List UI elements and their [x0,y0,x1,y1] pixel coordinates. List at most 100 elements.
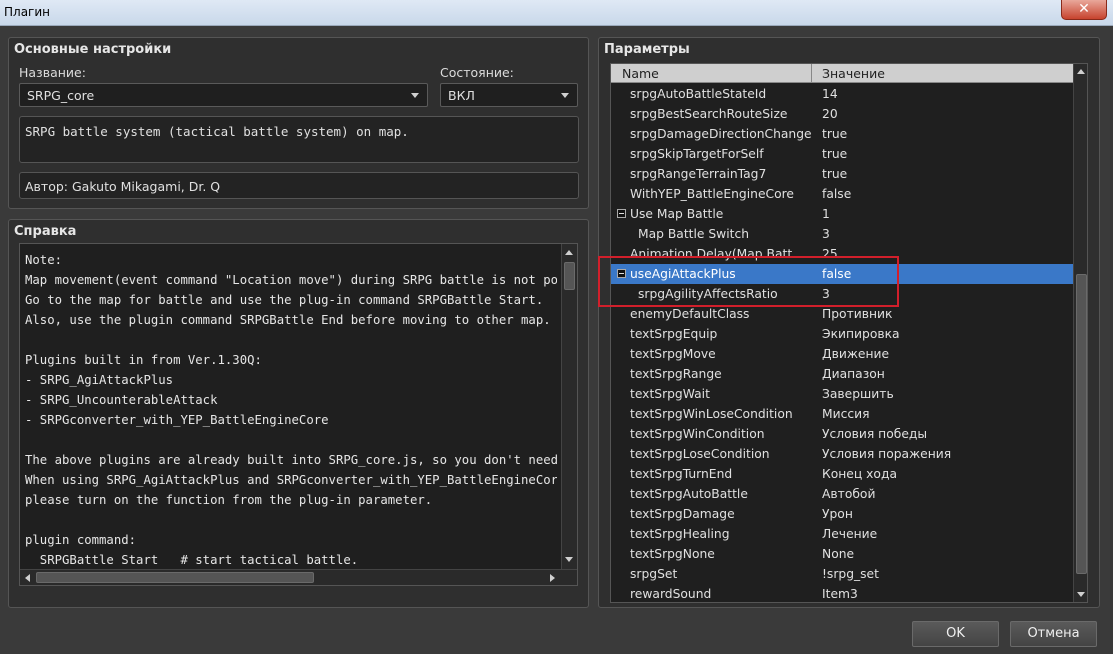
scroll-up-icon[interactable] [565,250,573,255]
window-titlebar: Плагин ✕ [0,0,1113,26]
parameter-value: true [822,167,848,181]
window-title: Плагин [4,5,50,19]
parameter-name: textSrpgWinLoseCondition [630,407,793,421]
parameter-name: srpgSet [630,567,678,581]
plugin-name-select[interactable]: SRPG_core [19,83,428,107]
help-horizontal-scrollbar[interactable] [20,569,577,585]
parameter-value: true [822,127,848,141]
parameter-value: Движение [822,347,890,361]
parameter-row[interactable]: textSrpgAutoBattle Автобой [611,484,1073,504]
parameter-value: Item3 [822,587,858,601]
parameter-value: Противник [822,307,893,321]
parameter-name: textSrpgNone [630,547,715,561]
parameter-row[interactable]: textSrpgNone None [611,544,1073,564]
help-line: plugin command: [25,533,137,547]
parameter-row[interactable]: enemyDefaultClass Противник [611,304,1073,324]
parameter-name: srpgAutoBattleStateId [630,87,767,101]
parameter-name: textSrpgEquip [630,327,718,341]
name-label: Название: [19,65,86,80]
parameter-row[interactable]: srpgRangeTerrainTag7 true [611,164,1073,184]
help-line: - SRPG_AgiAttackPlus [25,373,174,387]
help-line: SRPGBattle Start # start tactical battle… [25,553,359,567]
parameter-row[interactable]: textSrpgRange Диапазон [611,364,1073,384]
parameter-value: Завершить [822,387,894,401]
author-text: Автор: Gakuto Mikagami, Dr. Q [25,179,221,194]
help-vscroll-thumb[interactable] [564,262,575,290]
parameter-name: Use Map Battle [630,207,724,221]
parameters-header: Name Значение [611,64,1073,83]
help-line: Also, use the plugin command SRPGBattle … [25,313,551,327]
parameter-value: 3 [822,227,830,241]
description-field[interactable]: SRPG battle system (tactical battle syst… [19,116,579,163]
parameter-value: Экипировка [822,327,900,341]
parameter-name: WithYEP_BattleEngineCore [630,187,794,201]
parameter-row[interactable]: WithYEP_BattleEngineCore false [611,184,1073,204]
scroll-down-icon[interactable] [1077,592,1085,597]
help-line: - SRPGconverter_with_YEP_BattleEngineCor… [25,413,329,427]
params-vertical-scrollbar[interactable] [1073,64,1087,602]
parameter-name: srpgBestSearchRouteSize [630,107,788,121]
help-title: Справка [14,224,77,239]
params-vscroll-thumb[interactable] [1076,274,1087,574]
parameter-value: Условия победы [822,427,928,441]
parameter-value: false [822,187,852,201]
parameters-table[interactable]: Name Значение srpgAutoBattleStateId 14 srp… [610,63,1088,603]
chevron-down-icon [411,93,419,98]
cancel-button[interactable]: Отмена [1010,621,1097,647]
parameter-row[interactable]: textSrpgTurnEnd Конец хода [611,464,1073,484]
help-line: - SRPG_UncounterableAttack [25,393,218,407]
collapse-icon[interactable] [617,209,626,218]
author-field[interactable]: Автор: Gakuto Mikagami, Dr. Q [19,172,579,199]
help-line [25,330,557,350]
chevron-down-icon [561,93,569,98]
help-line: Note: [25,253,63,267]
scroll-down-icon[interactable] [565,557,573,562]
basic-settings-title: Основные настройки [14,42,172,57]
parameter-row[interactable]: textSrpgMove Движение [611,344,1073,364]
parameter-row[interactable]: textSrpgEquip Экипировка [611,324,1073,344]
parameter-value: 1 [822,207,830,221]
parameter-name: Map Battle Switch [638,227,750,241]
parameter-row[interactable]: textSrpgHealing Лечение [611,524,1073,544]
help-line: When using SRPG_AgiAttackPlus and SRPGco… [25,473,557,487]
status-select[interactable]: ВКЛ [440,83,578,107]
parameter-row[interactable]: textSrpgWinCondition Условия победы [611,424,1073,444]
parameter-row[interactable]: Map Battle Switch 3 [611,224,1073,244]
help-line: The above plugins are already built into… [25,453,557,467]
help-line [25,430,557,450]
help-text-area[interactable]: Note: Map movement(event command "Locatio… [19,243,578,586]
help-hscroll-thumb[interactable] [36,572,314,583]
scroll-left-icon[interactable] [25,574,30,582]
parameter-value: Урон [822,507,853,521]
parameter-name: textSrpgHealing [630,527,730,541]
parameter-row[interactable]: rewardSound Item3 [611,584,1073,602]
ok-button[interactable]: OK [912,621,999,647]
column-value-header[interactable]: Значение [822,66,885,81]
parameter-row[interactable]: srpgAutoBattleStateId 14 [611,84,1073,104]
scroll-up-icon[interactable] [1077,69,1085,74]
parameter-row[interactable]: srpgBestSearchRouteSize 20 [611,104,1073,124]
parameter-row[interactable]: srpgSet !srpg_set [611,564,1073,584]
description-text: SRPG battle system (tactical battle syst… [25,124,409,139]
parameter-row[interactable]: textSrpgLoseCondition Условия поражения [611,444,1073,464]
parameter-value: Условия поражения [822,447,952,461]
parameter-row[interactable]: textSrpgWinLoseCondition Миссия [611,404,1073,424]
parameter-row[interactable]: textSrpgDamage Урон [611,504,1073,524]
parameter-row[interactable]: textSrpgWait Завершить [611,384,1073,404]
scroll-right-icon[interactable] [550,574,555,582]
parameters-rows: srpgAutoBattleStateId 14 srpgBestSearchRou… [611,84,1073,602]
parameters-title: Параметры [604,42,690,57]
column-separator[interactable] [811,64,812,83]
parameter-row[interactable]: srpgDamageDirectionChange true [611,124,1073,144]
status-value: ВКЛ [448,88,475,103]
parameter-row[interactable]: Use Map Battle 1 [611,204,1073,224]
parameter-name: srpgDamageDirectionChange [630,127,812,141]
help-text: Note: Map movement(event command "Locatio… [25,250,557,568]
help-vertical-scrollbar[interactable] [561,244,577,569]
close-icon[interactable]: ✕ [1061,0,1107,20]
parameter-name: srpgRangeTerrainTag7 [630,167,767,181]
parameter-name: enemyDefaultClass [630,307,750,321]
parameter-row[interactable]: srpgSkipTargetForSelf true [611,144,1073,164]
parameter-value: Лечение [822,527,878,541]
column-name-header[interactable]: Name [622,66,659,81]
